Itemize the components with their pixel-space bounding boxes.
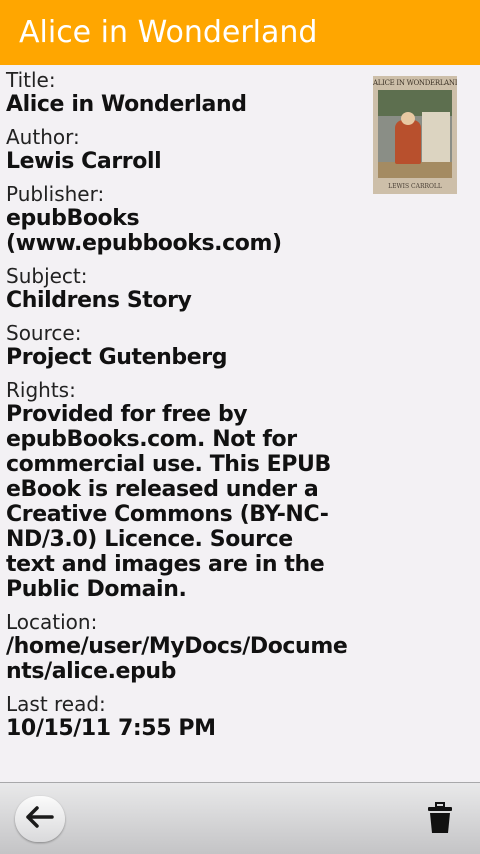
page-title: Alice in Wonderland xyxy=(19,15,318,50)
book-cover-image: ALICE IN WONDERLAND LEWIS CARROLL xyxy=(373,76,457,194)
field-value: Project Gutenberg xyxy=(6,345,228,370)
field-label: Source: xyxy=(6,321,82,345)
field-title: Title: Alice in Wonderland xyxy=(6,68,351,117)
field-label: Last read: xyxy=(6,692,106,716)
field-last-read: Last read: 10/15/11 7:55 PM xyxy=(6,692,351,741)
field-label: Publisher: xyxy=(6,182,105,206)
field-value: Lewis Carroll xyxy=(6,149,162,174)
field-value: Provided for free by epubBooks.com. Not … xyxy=(6,402,331,602)
delete-button[interactable] xyxy=(423,802,457,838)
field-source: Source: Project Gutenberg xyxy=(6,321,351,370)
field-label: Subject: xyxy=(6,264,88,288)
field-label: Author: xyxy=(6,125,80,149)
field-rights: Rights: Provided for free by epubBooks.c… xyxy=(6,378,331,602)
back-arrow-icon xyxy=(25,805,55,833)
field-value: Alice in Wonderland xyxy=(6,92,247,117)
trash-icon xyxy=(427,802,453,838)
field-label: Title: xyxy=(6,68,56,92)
field-value: /home/user/MyDocs/Documents/alice.epub xyxy=(6,634,348,684)
title-bar: Alice in Wonderland xyxy=(0,0,480,65)
cover-title-text: ALICE IN WONDERLAND xyxy=(373,79,457,87)
field-value: Childrens Story xyxy=(6,288,192,313)
back-button[interactable] xyxy=(15,796,65,842)
field-publisher: Publisher: epubBooks (www.epubbooks.com) xyxy=(6,182,282,256)
field-location: Location: /home/user/MyDocs/Documents/al… xyxy=(6,610,351,684)
field-author: Author: Lewis Carroll xyxy=(6,125,351,174)
field-value: 10/15/11 7:55 PM xyxy=(6,716,216,741)
book-details: Title: Alice in Wonderland Author: Lewis… xyxy=(6,68,351,749)
field-label: Location: xyxy=(6,610,98,634)
field-label: Rights: xyxy=(6,378,76,402)
field-value: epubBooks (www.epubbooks.com) xyxy=(6,206,282,256)
bottom-toolbar xyxy=(0,782,480,854)
cover-illustration xyxy=(378,90,452,178)
cover-author-text: LEWIS CARROLL xyxy=(388,183,442,190)
field-subject: Subject: Childrens Story xyxy=(6,264,351,313)
